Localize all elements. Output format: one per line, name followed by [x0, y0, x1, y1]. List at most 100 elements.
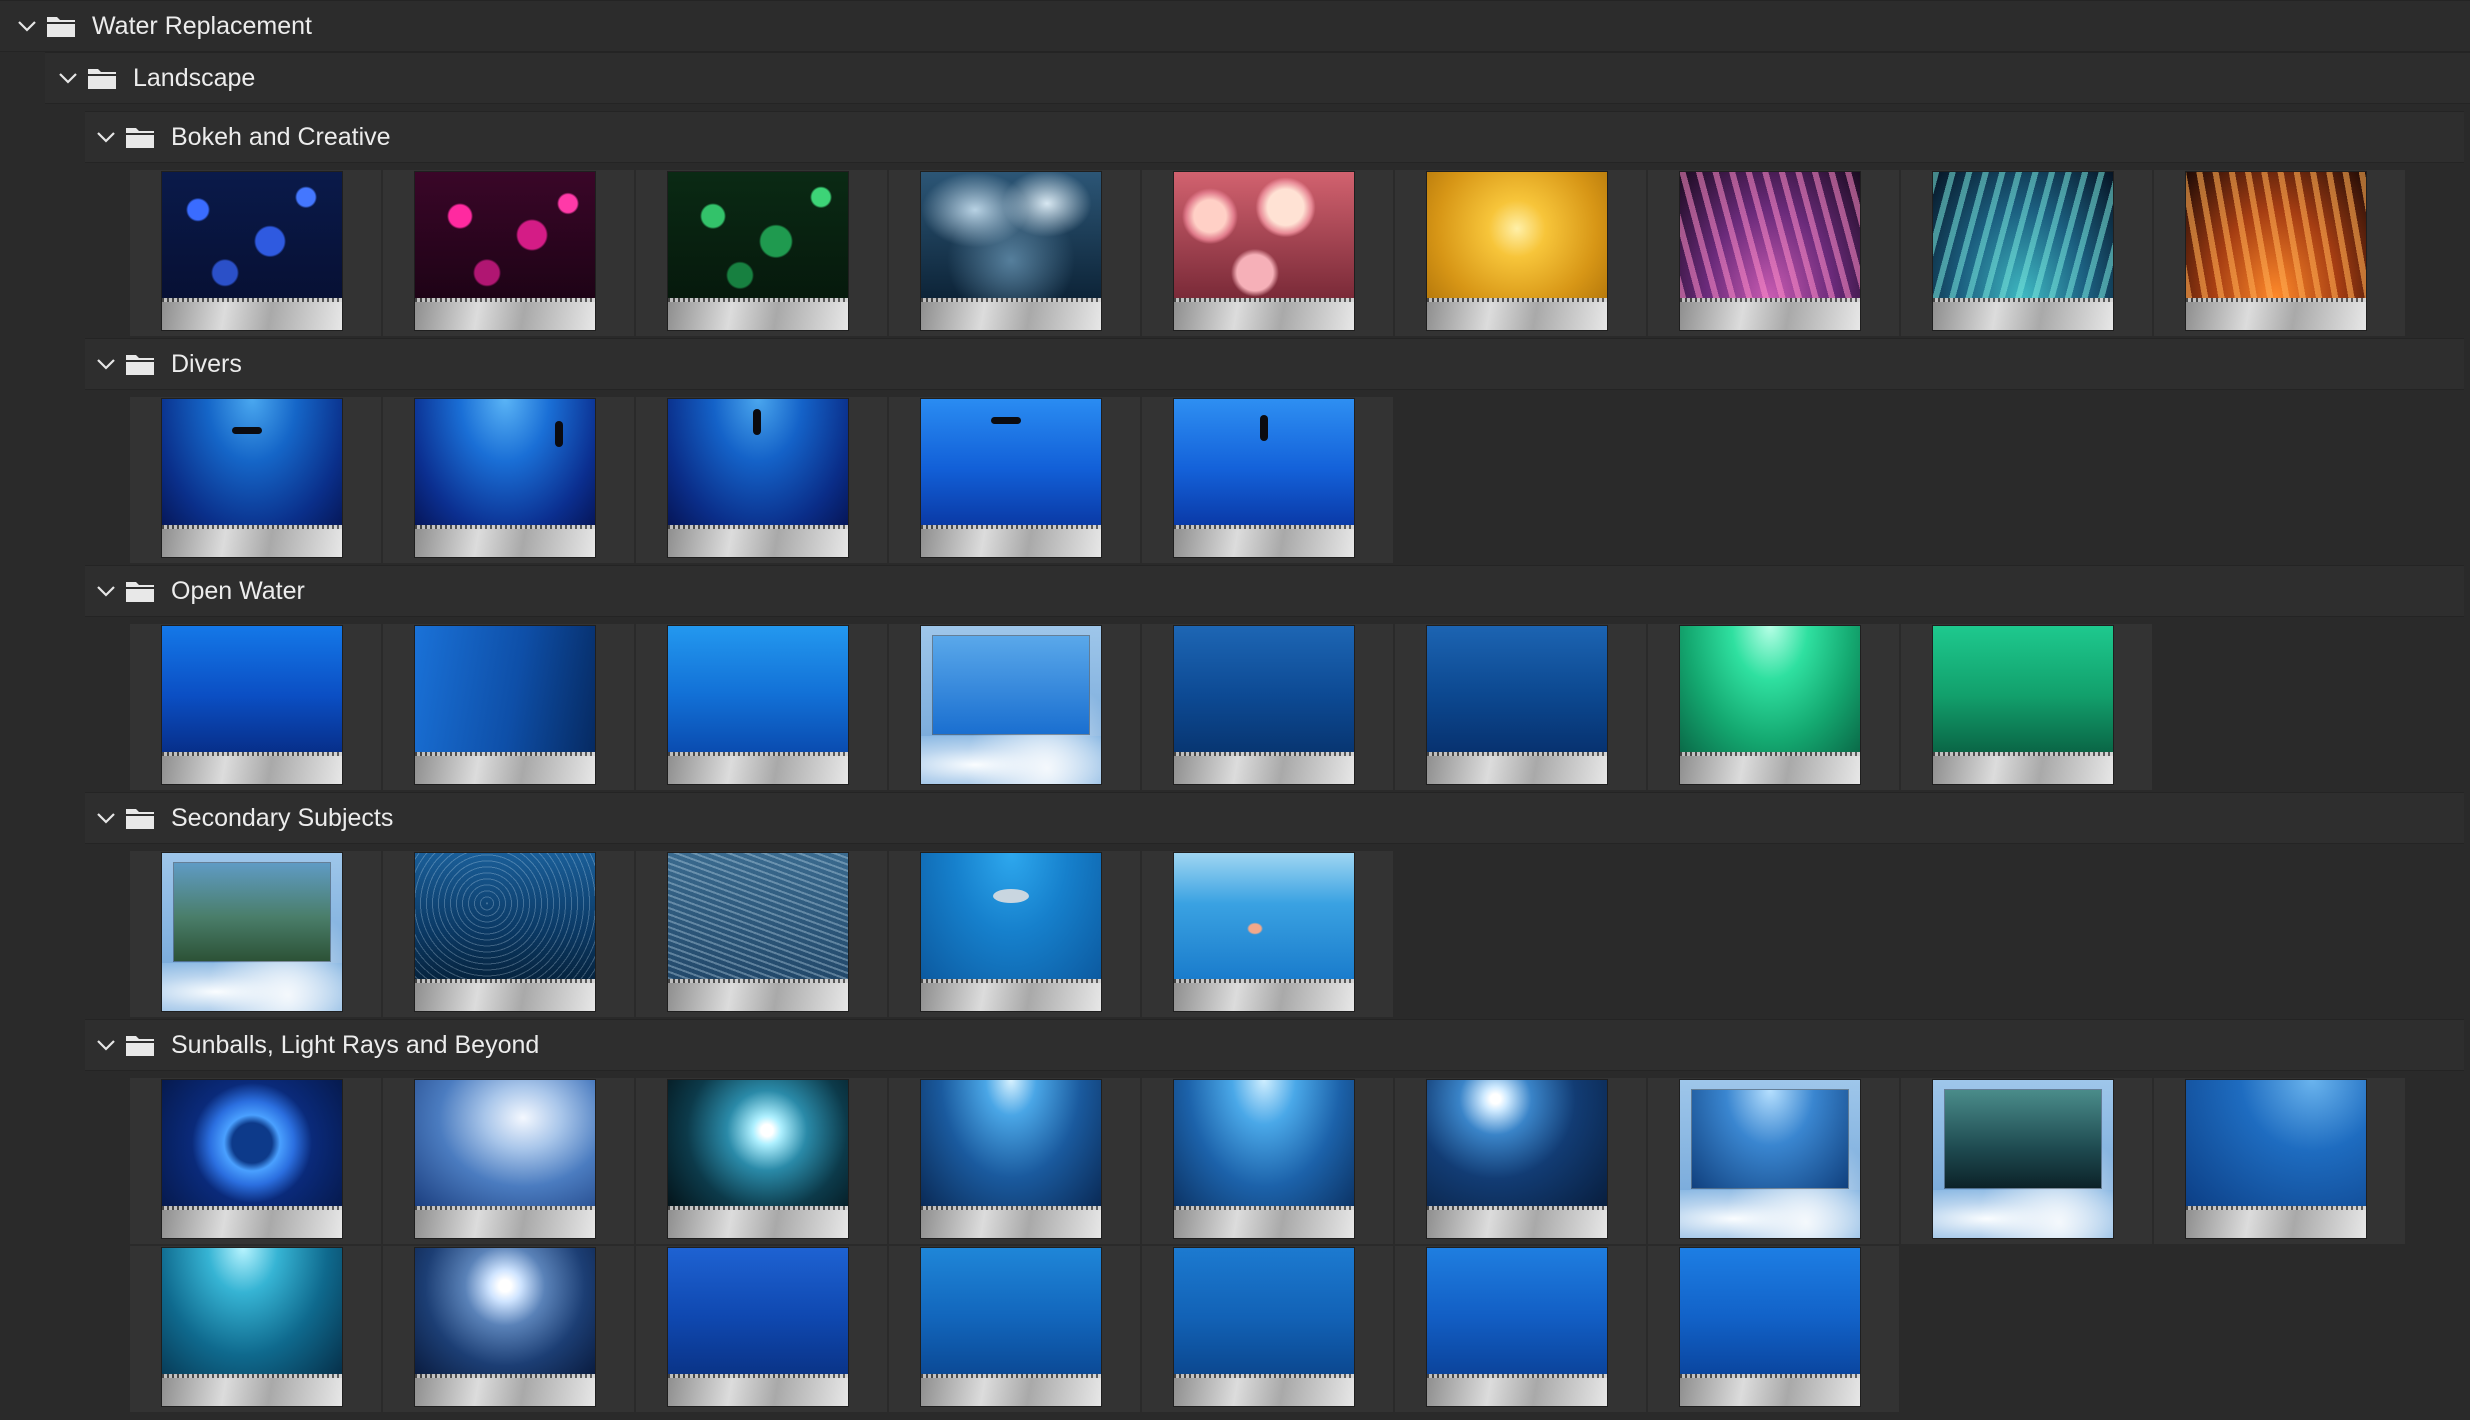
thumbnail-open-blue-1[interactable] [162, 626, 342, 784]
thumbnail-open-blue-2[interactable] [668, 626, 848, 784]
thumbnail-surface-rays-1[interactable] [921, 1080, 1101, 1238]
thumbnail-green-water-2[interactable] [1933, 626, 2113, 784]
thumbnail-reef-framed[interactable] [162, 853, 342, 1011]
tree-row-bokeh-and-creative[interactable]: Bokeh and Creative [85, 111, 2464, 163]
thumbnail-cell[interactable] [1395, 1078, 1648, 1246]
thumbnail-cell[interactable] [130, 1246, 383, 1414]
thumbnail-cell[interactable] [1648, 1246, 1901, 1414]
thumbnail-deep-blue-2[interactable] [921, 1248, 1101, 1406]
thumbnail-blurred-blue[interactable] [921, 172, 1101, 330]
thumbnail-cell[interactable] [130, 397, 383, 565]
chevron-down-icon[interactable] [91, 122, 121, 152]
thumbnail-deep-blue-3[interactable] [1174, 1248, 1354, 1406]
thumbnail-cell[interactable] [1648, 624, 1901, 792]
thumbnail-shark[interactable] [921, 853, 1101, 1011]
thumbnail-sunball-dark[interactable] [668, 1080, 848, 1238]
thumbnail-cell[interactable] [130, 851, 383, 1019]
thumbnail-cell[interactable] [889, 1246, 1142, 1414]
tree-row-open-water[interactable]: Open Water [85, 565, 2464, 617]
thumbnail-open-deep-2[interactable] [1427, 626, 1607, 784]
thumbnail-cell[interactable] [889, 397, 1142, 565]
thumbnail-deep-blue-5[interactable] [1680, 1248, 1860, 1406]
thumbnail-cell[interactable] [1142, 851, 1395, 1019]
thumbnail-surface-rays-2[interactable] [1174, 1080, 1354, 1238]
thumbnail-cell[interactable] [1901, 170, 2154, 338]
thumbnail-cell[interactable] [383, 170, 636, 338]
thumbnail-cell[interactable] [1142, 624, 1395, 792]
tree-row-landscape[interactable]: Landscape [45, 52, 2470, 104]
thumbnail-cell[interactable] [636, 170, 889, 338]
thumbnail-cell[interactable] [383, 1246, 636, 1414]
thumbnail-cell[interactable] [636, 397, 889, 565]
chevron-down-icon[interactable] [91, 1030, 121, 1060]
thumbnail-cell[interactable] [889, 851, 1142, 1019]
thumbnail-clouds-surface[interactable] [415, 1080, 595, 1238]
thumbnail-cell[interactable] [383, 1078, 636, 1246]
tree-row-divers[interactable]: Divers [85, 338, 2464, 390]
thumbnail-cell[interactable] [383, 624, 636, 792]
chevron-down-icon[interactable] [91, 349, 121, 379]
thumbnail-cell[interactable] [889, 624, 1142, 792]
thumbnail-rays-framed-2[interactable] [1933, 1080, 2113, 1238]
thumbnail-swimmer[interactable] [1174, 853, 1354, 1011]
thumbnail-cell[interactable] [1142, 1078, 1395, 1246]
thumbnail-rays-teal[interactable] [162, 1248, 342, 1406]
thumbnail-cell[interactable] [130, 170, 383, 338]
tree-row-sunballs-light-rays-and-beyond[interactable]: Sunballs, Light Rays and Beyond [85, 1019, 2464, 1071]
thumbnail-open-blue-rays[interactable] [415, 626, 595, 784]
thumbnail-cell[interactable] [2154, 170, 2407, 338]
thumbnail-yellow-coral[interactable] [1427, 172, 1607, 330]
thumbnail-diver-vertical[interactable] [1174, 399, 1354, 557]
thumbnail-green-water-1[interactable] [1680, 626, 1860, 784]
thumbnail-open-deep-1[interactable] [1174, 626, 1354, 784]
thumbnail-cell[interactable] [1648, 170, 1901, 338]
thumbnail-fish-school-1[interactable] [415, 853, 595, 1011]
thumbnail-cell[interactable] [1901, 624, 2154, 792]
thumbnail-diver-center[interactable] [668, 399, 848, 557]
thumbnail-cell[interactable] [383, 397, 636, 565]
thumbnail-cell[interactable] [1142, 397, 1395, 565]
chevron-down-icon[interactable] [12, 11, 42, 41]
thumbnail-rays-deep-1[interactable] [2186, 1080, 2366, 1238]
thumbnail-magenta-bokeh[interactable] [415, 172, 595, 330]
thumbnail-cell[interactable] [636, 1078, 889, 1246]
thumbnail-cell[interactable] [1648, 1078, 1901, 1246]
thumbnail-cell[interactable] [2154, 1078, 2407, 1246]
thumbnail-green-bokeh[interactable] [668, 172, 848, 330]
thumbnail-sunball-deep[interactable] [1427, 1080, 1607, 1238]
thumbnail-cyan-anemone[interactable] [1933, 172, 2113, 330]
thumbnail-cell[interactable] [1395, 1246, 1648, 1414]
chevron-down-icon[interactable] [91, 803, 121, 833]
thumbnail-deep-blue-1[interactable] [668, 1248, 848, 1406]
thumbnail-diver-small[interactable] [921, 399, 1101, 557]
thumbnail-bubble-ring[interactable] [162, 1080, 342, 1238]
thumbnail-fish-school-2[interactable] [668, 853, 848, 1011]
thumbnail-cell[interactable] [636, 1246, 889, 1414]
thumbnail-deep-blue-4[interactable] [1427, 1248, 1607, 1406]
thumbnail-cell[interactable] [130, 624, 383, 792]
thumbnail-cell[interactable] [1142, 1246, 1395, 1414]
thumbnail-diver-descending[interactable] [415, 399, 595, 557]
thumbnail-cell[interactable] [1142, 170, 1395, 338]
thumbnail-orange-anemone[interactable] [2186, 172, 2366, 330]
thumbnail-cell[interactable] [636, 624, 889, 792]
thumbnail-cell[interactable] [889, 170, 1142, 338]
tree-row-secondary-subjects[interactable]: Secondary Subjects [85, 792, 2464, 844]
thumbnail-cell[interactable] [130, 1078, 383, 1246]
chevron-down-icon[interactable] [91, 576, 121, 606]
thumbnail-sunball-ray[interactable] [415, 1248, 595, 1406]
thumbnail-pink-anemone[interactable] [1174, 172, 1354, 330]
thumbnail-diver-horizontal[interactable] [162, 399, 342, 557]
thumbnail-blue-bokeh[interactable] [162, 172, 342, 330]
thumbnail-cell[interactable] [1395, 624, 1648, 792]
thumbnail-cell[interactable] [383, 851, 636, 1019]
thumbnail-rays-framed-1[interactable] [1680, 1080, 1860, 1238]
thumbnail-open-framed[interactable] [921, 626, 1101, 784]
tree-row-water-replacement[interactable]: Water Replacement [0, 0, 2470, 52]
chevron-down-icon[interactable] [53, 63, 83, 93]
thumbnail-cell[interactable] [1395, 170, 1648, 338]
thumbnail-cell[interactable] [889, 1078, 1142, 1246]
thumbnail-purple-anemone[interactable] [1680, 172, 1860, 330]
thumbnail-cell[interactable] [636, 851, 889, 1019]
thumbnail-cell[interactable] [1901, 1078, 2154, 1246]
